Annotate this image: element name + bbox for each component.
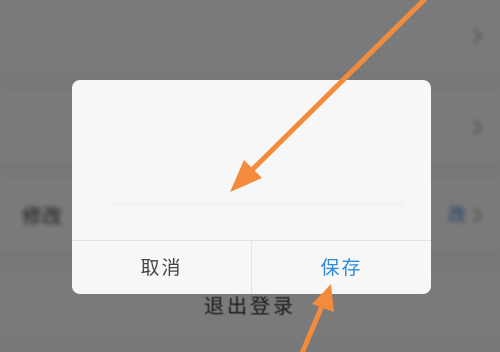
rename-dialog: 取消 保存 (72, 80, 431, 294)
dialog-actions: 取消 保存 (72, 240, 431, 294)
save-button[interactable]: 保存 (252, 241, 431, 294)
dialog-text-input[interactable] (112, 166, 404, 205)
logout-button[interactable]: 退出登录 (0, 290, 500, 319)
screen: 修改 改 退出登录 取消 保存 (0, 0, 500, 352)
cancel-button[interactable]: 取消 (72, 241, 252, 294)
